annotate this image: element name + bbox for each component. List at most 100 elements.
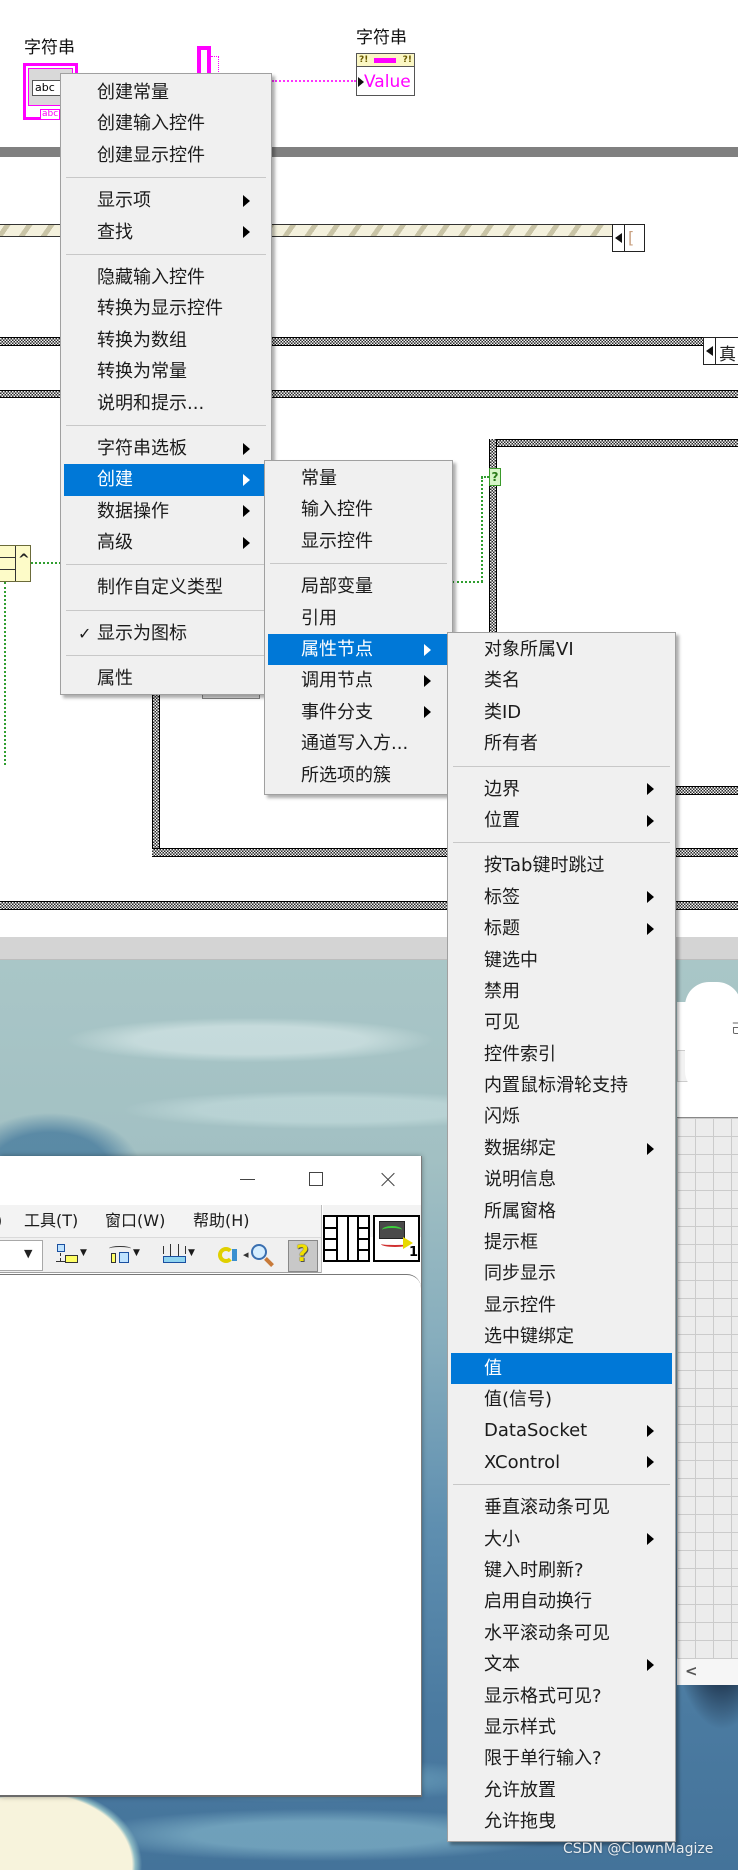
property-node-submenu-item[interactable]: 标签 [451,882,672,913]
property-node-submenu-item[interactable]: 对象所属VI [451,634,672,665]
property-node-submenu-item[interactable]: 所属窗格 [451,1196,672,1227]
enum-arrow-icon[interactable]: ^ [18,552,30,568]
context-menu-item[interactable]: 创建 [64,464,268,496]
block-diagram-canvas[interactable] [0,1274,421,1795]
property-node-submenu-item[interactable]: 标题 [451,913,672,944]
property-node-submenu-item[interactable]: 大小 [451,1524,672,1555]
connector-pane[interactable] [323,1215,370,1262]
context-menu-item[interactable]: 高级 [64,527,268,558]
context-menu-item[interactable]: 创建输入控件 [64,108,268,139]
align-objects-button[interactable]: ▼ [55,1244,90,1268]
menu-help[interactable]: 帮助(H) [193,1205,250,1237]
context-menu-item[interactable]: 查找 [64,217,268,248]
reorder-button[interactable] [217,1243,241,1269]
vi-icon[interactable]: 1 [373,1215,420,1262]
create-submenu-item[interactable]: 显示控件 [268,526,449,557]
property-node-submenu-item[interactable]: 垂直滚动条可见 [451,1492,672,1523]
property-node-submenu-item[interactable]: 允许拖曳 [451,1806,672,1837]
boolean-wire[interactable] [481,476,489,478]
scroll-left-arrow[interactable]: < [685,1662,698,1680]
search-button[interactable]: ◂ [243,1242,277,1270]
context-menu-item[interactable]: 制作自定义类型 [64,572,268,603]
context-menu-item[interactable]: 字符串选板 [64,433,268,464]
property-node-submenu-item[interactable]: 闪烁 [451,1101,672,1132]
property-node-submenu-item[interactable]: 文本 [451,1649,672,1680]
boolean-wire[interactable] [452,581,483,583]
property-node-submenu-item[interactable]: 控件索引 [451,1039,672,1070]
create-submenu-item[interactable]: 通道写入方... [268,728,449,759]
property-node-submenu-item[interactable]: 数据绑定 [451,1133,672,1164]
menu-tools[interactable]: 工具(T) [24,1205,78,1237]
string-wire[interactable] [272,80,356,82]
property-node-submenu-item[interactable]: 水平滚动条可见 [451,1618,672,1649]
property-node-submenu-item[interactable]: 所有者 [451,728,672,759]
create-submenu-item[interactable]: 引用 [268,603,449,634]
context-menu-item[interactable]: 说明和提示... [64,388,268,419]
boolean-wire[interactable] [481,477,483,582]
context-menu-item[interactable]: 创建显示控件 [64,140,268,171]
context-menu-item[interactable]: 隐藏输入控件 [64,262,268,293]
property-node-submenu-item[interactable]: 类名 [451,665,672,696]
frame-selector[interactable]: [ [612,224,645,252]
create-submenu-item[interactable]: 属性节点 [268,633,449,666]
horizontal-scrollbar[interactable]: < [677,1658,738,1685]
property-node-submenu-item[interactable]: 限于单行输入? [451,1743,672,1774]
property-node-submenu-item[interactable]: 值(信号) [451,1384,672,1415]
property-node-submenu-item[interactable]: 边界 [451,774,672,805]
context-menu-item[interactable]: 转换为显示控件 [64,293,268,324]
close-button[interactable] [365,1156,410,1205]
create-submenu-item[interactable]: 所选项的簇 [268,760,449,791]
property-node-submenu-item[interactable]: 位置 [451,805,672,836]
menu-window[interactable]: 窗口(W) [105,1205,165,1237]
context-menu-item[interactable]: 创建常量 [64,77,268,108]
property-node-submenu-item[interactable]: 提示框 [451,1227,672,1258]
property-node-submenu-item[interactable]: DataSocket [451,1415,672,1446]
property-node-submenu-item[interactable]: 禁用 [451,976,672,1007]
menu-operate[interactable]: ) [0,1205,2,1237]
property-node-submenu-item[interactable]: 键选中 [451,945,672,976]
property-node[interactable]: ?! ?! Value [356,53,415,96]
property-node-submenu-item[interactable]: 显示样式 [451,1712,672,1743]
context-menu-item[interactable]: 转换为数组 [64,325,268,356]
property-node-submenu-item[interactable]: 说明信息 [451,1164,672,1195]
context-menu-item[interactable]: ✓ 显示为图标 [64,618,268,649]
case-selector-terminal[interactable]: ? [489,468,501,486]
maximize-button[interactable] [294,1156,339,1205]
front-panel-grid[interactable] [677,1118,738,1658]
property-node-submenu-item[interactable]: 键入时刷新? [451,1555,672,1586]
create-submenu-item[interactable]: 事件分支 [268,697,449,728]
enum-wire[interactable] [31,562,61,564]
create-submenu-item[interactable]: 调用节点 [268,665,449,696]
case-selector[interactable]: 真 [703,337,738,365]
create-submenu-item[interactable]: 常量 [268,463,449,494]
property-node-submenu-item[interactable]: 启用自动换行 [451,1586,672,1617]
context-menu-item[interactable]: 显示项 [64,185,268,216]
property-node-submenu-item[interactable]: 允许放置 [451,1775,672,1806]
property-value-row[interactable]: Value [357,67,414,95]
distribute-objects-button[interactable]: ▼ [108,1244,143,1268]
property-node-submenu-item[interactable]: 显示格式可见? [451,1681,672,1712]
property-node-submenu-item[interactable]: 同步显示 [451,1258,672,1289]
create-submenu-item[interactable]: 输入控件 [268,494,449,525]
create-submenu-item[interactable]: 局部变量 [268,571,449,602]
property-node-submenu-item[interactable]: XControl [451,1447,672,1478]
resize-objects-button[interactable]: ▼ [162,1244,198,1268]
property-node-submenu-item[interactable]: 可见 [451,1007,672,1038]
context-menu-item[interactable]: 属性 [64,663,268,694]
property-node-submenu-item[interactable]: 值 [451,1352,672,1384]
context-menu-item[interactable]: 数据操作 [64,496,268,527]
decrement-arrow-icon[interactable] [706,346,713,356]
context-menu-item[interactable]: 转换为常量 [64,356,268,387]
context-help-button[interactable]: ? [288,1240,318,1272]
decrement-arrow-icon[interactable] [615,233,622,243]
minimize-button[interactable] [225,1156,270,1205]
enum-constant[interactable]: ^ [0,545,31,582]
property-node-submenu-item[interactable]: 按Tab键时跳过 [451,850,672,881]
submenu-arrow-icon [243,194,250,207]
property-node-submenu-item[interactable]: 选中键绑定 [451,1321,672,1352]
property-node-submenu-item[interactable]: 类ID [451,697,672,728]
property-node-submenu-item[interactable]: 内置鼠标滑轮支持 [451,1070,672,1101]
enum-wire[interactable] [4,582,6,765]
text-settings-dropdown[interactable]: ▼ [0,1240,43,1271]
property-node-submenu-item[interactable]: 显示控件 [451,1290,672,1321]
